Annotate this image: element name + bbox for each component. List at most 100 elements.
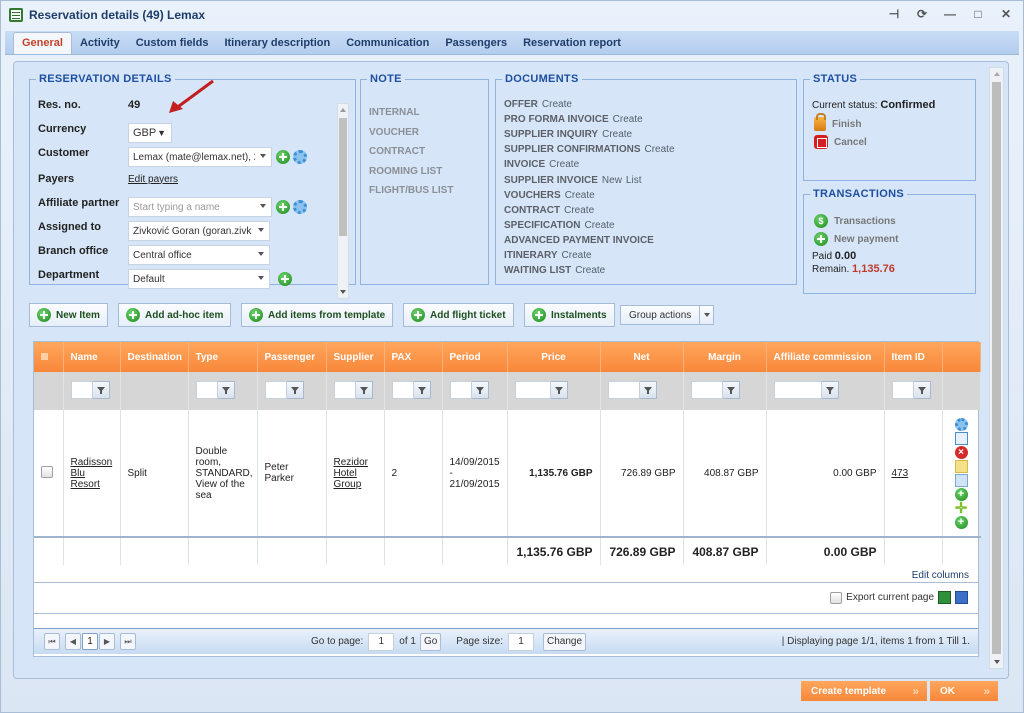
document-icon[interactable]: [954, 473, 968, 487]
scroll-up-icon[interactable]: [994, 72, 1000, 76]
note-voucher[interactable]: VOUCHER: [369, 127, 419, 138]
goto-page-input[interactable]: 1: [368, 632, 395, 651]
document-action-create[interactable]: Create: [564, 205, 594, 216]
document-action-create[interactable]: Create: [562, 250, 592, 261]
assigned-to-select[interactable]: Živković Goran (goran.zivk: [128, 221, 270, 241]
new-item-button[interactable]: New Item: [29, 303, 108, 327]
filter-icon[interactable]: [471, 380, 489, 399]
affiliate-partner-input[interactable]: Start typing a name: [128, 197, 272, 217]
create-template-button[interactable]: Create template »: [801, 681, 927, 701]
customer-settings-icon[interactable]: [293, 150, 307, 164]
new-payment-button[interactable]: New payment: [814, 232, 898, 246]
filter-input[interactable]: [195, 380, 218, 399]
tab-activity[interactable]: Activity: [72, 33, 128, 54]
pin-icon[interactable]: ⊣: [887, 7, 901, 21]
scrollbar-thumb[interactable]: [339, 118, 347, 236]
document-action-new[interactable]: New: [602, 175, 622, 186]
delete-icon[interactable]: ×: [954, 445, 968, 459]
department-select[interactable]: Default: [128, 269, 270, 289]
instalments-button[interactable]: Instalments: [524, 303, 615, 327]
col-destination[interactable]: Destination: [120, 342, 189, 372]
tab-communication[interactable]: Communication: [338, 33, 437, 54]
col-affiliate-commission[interactable]: Affiliate commission: [766, 342, 885, 372]
filter-icon[interactable]: [413, 380, 431, 399]
col-margin[interactable]: Margin: [683, 342, 767, 372]
cancel-button[interactable]: Cancel: [814, 135, 867, 149]
page-number-button[interactable]: 1: [82, 633, 98, 650]
tab-custom-fields[interactable]: Custom fields: [128, 33, 217, 54]
filter-input[interactable]: [690, 380, 723, 399]
edit-columns-link[interactable]: Edit columns: [912, 570, 969, 581]
scrollbar-thumb[interactable]: [992, 82, 1001, 654]
tab-general[interactable]: General: [13, 32, 72, 54]
chevron-down-icon[interactable]: [699, 306, 713, 324]
document-action-create[interactable]: Create: [613, 114, 643, 125]
prev-page-icon[interactable]: ◀: [65, 633, 81, 650]
maximize-icon[interactable]: □: [971, 7, 985, 21]
add-special-icon[interactable]: +: [954, 515, 968, 529]
refresh-icon[interactable]: ⟳: [915, 7, 929, 21]
edit-note-icon[interactable]: [954, 459, 968, 473]
document-action-create[interactable]: Create: [549, 159, 579, 170]
tab-passengers[interactable]: Passengers: [437, 33, 515, 54]
main-scrollbar[interactable]: [989, 67, 1004, 669]
branch-office-select[interactable]: Central office: [128, 245, 270, 265]
last-page-icon[interactable]: ⏭: [120, 633, 136, 650]
document-action-create[interactable]: Create: [644, 144, 674, 155]
close-icon[interactable]: ✕: [999, 7, 1013, 21]
row-checkbox[interactable]: [41, 465, 53, 478]
move-icon[interactable]: ✛: [955, 501, 968, 516]
item-id-link[interactable]: 473: [892, 468, 909, 479]
scroll-up-icon[interactable]: [340, 108, 346, 112]
add-department-icon[interactable]: [278, 272, 292, 286]
add-flight-ticket-button[interactable]: Add flight ticket: [403, 303, 514, 327]
select-all-header[interactable]: [34, 342, 64, 372]
filter-input[interactable]: [514, 380, 551, 399]
currency-select[interactable]: GBP ▼: [128, 123, 172, 143]
filter-icon[interactable]: [639, 380, 657, 399]
filter-input[interactable]: [607, 380, 640, 399]
note-flight-bus-list[interactable]: FLIGHT/BUS LIST: [369, 185, 453, 196]
col-passenger[interactable]: Passenger: [257, 342, 327, 372]
note-internal[interactable]: INTERNAL: [369, 107, 420, 118]
filter-icon[interactable]: [355, 380, 373, 399]
customer-select[interactable]: Lemax (mate@lemax.net), 2: [128, 147, 272, 167]
note-rooming-list[interactable]: ROOMING LIST: [369, 166, 442, 177]
add-customer-icon[interactable]: [276, 150, 290, 164]
tab-itinerary-description[interactable]: Itinerary description: [216, 33, 338, 54]
go-button[interactable]: Go: [419, 632, 442, 651]
scroll-down-icon[interactable]: [340, 290, 346, 294]
details-scrollbar[interactable]: [337, 103, 349, 299]
gear-icon[interactable]: [954, 417, 968, 431]
excel-export-icon[interactable]: [938, 591, 951, 604]
col-pax[interactable]: PAX: [384, 342, 443, 372]
export-current-page-checkbox[interactable]: [830, 591, 843, 604]
affiliate-settings-icon[interactable]: [293, 200, 307, 214]
add-affiliate-icon[interactable]: [276, 200, 290, 214]
filter-input[interactable]: [449, 380, 472, 399]
transactions-button[interactable]: $ Transactions: [814, 214, 896, 228]
filter-icon[interactable]: [821, 380, 839, 399]
col-item-id[interactable]: Item ID: [884, 342, 943, 372]
add-items-from-template-button[interactable]: Add items from template: [241, 303, 394, 327]
page-size-input[interactable]: 1: [508, 632, 534, 651]
col-net[interactable]: Net: [600, 342, 684, 372]
next-page-icon[interactable]: ▶: [99, 633, 115, 650]
filter-icon[interactable]: [92, 380, 110, 399]
col-supplier[interactable]: Supplier: [326, 342, 385, 372]
tab-reservation-report[interactable]: Reservation report: [515, 33, 629, 54]
filter-input[interactable]: [70, 380, 93, 399]
add-adhoc-item-button[interactable]: Add ad-hoc item: [118, 303, 232, 327]
document-action-create[interactable]: Create: [575, 265, 605, 276]
filter-icon[interactable]: [722, 380, 740, 399]
col-type[interactable]: Type: [188, 342, 258, 372]
filter-input[interactable]: [391, 380, 414, 399]
document-action-list[interactable]: List: [626, 175, 642, 186]
finish-button[interactable]: Finish: [814, 113, 861, 131]
note-contract[interactable]: CONTRACT: [369, 146, 425, 157]
add-icon[interactable]: +: [954, 487, 968, 501]
minimize-icon[interactable]: —: [943, 7, 957, 21]
filter-icon[interactable]: [286, 380, 304, 399]
select-all-checkbox[interactable]: [41, 352, 48, 360]
filter-icon[interactable]: [550, 380, 568, 399]
